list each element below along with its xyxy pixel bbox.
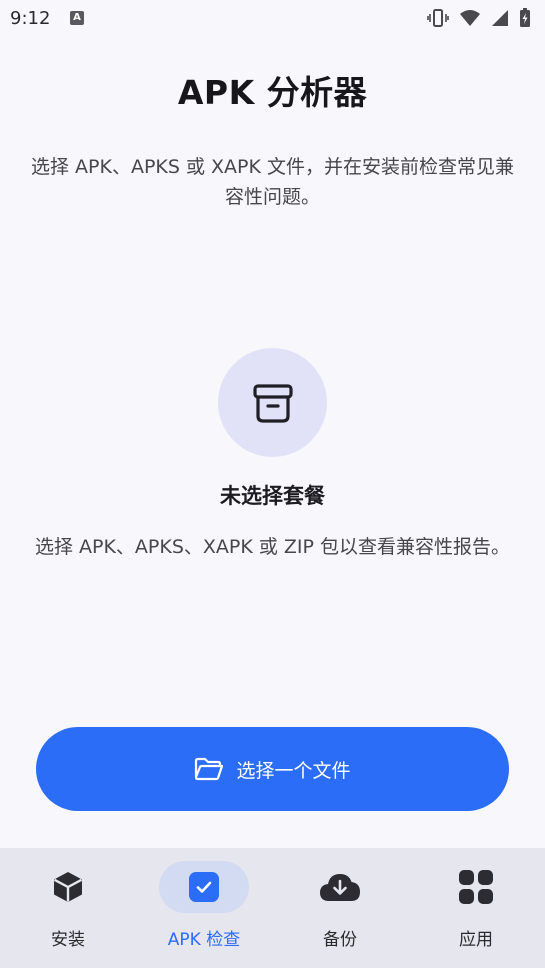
nav-label-apk-check: APK 检查 <box>167 930 241 950</box>
apps-grid-icon <box>459 870 493 904</box>
nav-item-install[interactable]: 安装 <box>0 848 136 968</box>
page-title: APK 分析器 <box>177 73 368 112</box>
empty-state-icon-container <box>218 348 327 457</box>
empty-state-title: 未选择套餐 <box>220 484 325 508</box>
archive-box-icon <box>252 383 293 423</box>
nav-item-apk-check[interactable]: APK 检查 <box>136 848 272 968</box>
checkbox-icon <box>189 872 219 902</box>
nav-item-apps[interactable]: 应用 <box>408 848 544 968</box>
nav-icon-wrap <box>431 861 521 913</box>
nav-icon-wrap-active <box>159 861 249 913</box>
accessibility-notification-icon: A <box>70 11 84 25</box>
battery-charging-icon <box>520 8 530 27</box>
bottom-navigation: 安装 APK 检查 备份 应用 <box>0 848 545 968</box>
nav-item-backup[interactable]: 备份 <box>272 848 408 968</box>
select-file-button[interactable]: 选择一个文件 <box>36 727 509 811</box>
signal-icon <box>492 10 508 26</box>
status-bar: 9:12 A <box>0 0 545 38</box>
nav-label-backup: 备份 <box>323 930 357 950</box>
status-icons <box>427 8 531 28</box>
nav-label-apps: 应用 <box>459 930 493 950</box>
cloud-download-icon <box>320 874 360 901</box>
nav-label-install: 安装 <box>51 930 85 950</box>
empty-state-description: 选择 APK、APKS、XAPK 或 ZIP 包以查看兼容性报告。 <box>34 536 511 558</box>
nav-icon-wrap <box>295 861 385 913</box>
package-icon <box>53 872 83 902</box>
vibrate-icon <box>427 9 449 27</box>
page-description: 选择 APK、APKS 或 XAPK 文件，并在安装前检查常见兼容性问题。 <box>31 156 514 208</box>
select-file-button-label: 选择一个文件 <box>236 759 351 782</box>
wifi-icon <box>460 10 480 26</box>
status-time: 9:12 <box>10 8 51 29</box>
nav-icon-wrap <box>23 861 113 913</box>
folder-open-icon <box>195 757 224 781</box>
